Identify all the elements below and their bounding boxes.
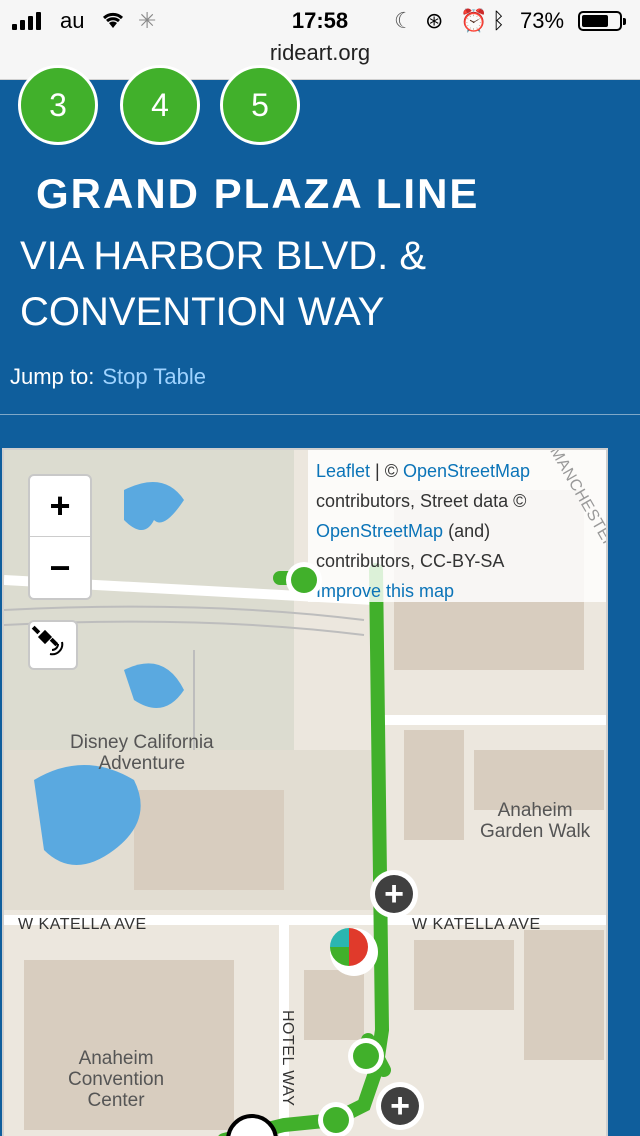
- line-subtitle-line1: VIA HARBOR BLVD. &: [20, 234, 427, 278]
- stop-marker[interactable]: [348, 1038, 384, 1074]
- garden-walk-label: Anaheim Garden Walk: [480, 800, 590, 842]
- jump-to-nav: Jump to: Stop Table: [10, 364, 206, 390]
- route-map[interactable]: + − Leaflet | © OpenStreetMap contributo…: [2, 448, 608, 1136]
- zoom-control: + −: [28, 474, 92, 600]
- improve-map-link[interactable]: Improve this map: [316, 581, 454, 601]
- osm-link[interactable]: OpenStreetMap: [403, 461, 530, 481]
- stop-marker[interactable]: [318, 1102, 354, 1136]
- stop-dot-icon: [353, 1043, 379, 1069]
- battery-icon: [578, 11, 626, 31]
- plus-icon: +: [375, 875, 413, 913]
- stop-marker[interactable]: [286, 562, 322, 598]
- dca-label-line2: Adventure: [98, 753, 186, 774]
- orientation-lock-icon: ⊛: [425, 8, 444, 33]
- multi-route-stop-icon: [330, 928, 368, 966]
- hotel-way-label: HOTEL WAY: [279, 1010, 296, 1107]
- stop-dot-icon: [323, 1107, 349, 1133]
- katella-ave-label: W KATELLA AVE: [18, 916, 147, 933]
- url-bar[interactable]: rideart.org: [0, 40, 640, 66]
- zoom-out-button[interactable]: −: [30, 537, 90, 598]
- alarm-icon: ⏰: [460, 8, 488, 33]
- line-title: GRAND PLAZA LINE: [36, 170, 480, 217]
- convention-center-label: Anaheim Convention Center: [68, 1048, 164, 1111]
- route-badge[interactable]: 4: [120, 65, 200, 145]
- route-badge[interactable]: 3: [18, 65, 98, 145]
- jump-to-label: Jump to:: [10, 364, 95, 389]
- katella-ave-label: W KATELLA AVE: [412, 916, 541, 933]
- convention-label-line1: Anaheim: [78, 1048, 154, 1069]
- browser-status-bar: au ✳ 17:58 ☾ ⊛ ⏰ ᛒ 73% rideart.org: [0, 0, 640, 80]
- attribution-and: (and): [443, 521, 491, 541]
- transfer-stop-marker[interactable]: [330, 928, 378, 976]
- dca-label: Disney California Adventure: [70, 732, 214, 774]
- bluetooth-icon: ᛒ: [492, 8, 506, 33]
- convention-label-line2: Convention: [68, 1069, 165, 1090]
- convention-label-line3: Center: [87, 1090, 145, 1111]
- stop-dot-icon: [291, 567, 317, 593]
- line-subtitle-line2: CONVENTION WAY: [20, 290, 385, 334]
- do-not-disturb-icon: ☾: [394, 8, 414, 33]
- hospital-marker[interactable]: +: [370, 870, 418, 918]
- garden-label-line2: Garden Walk: [480, 821, 591, 842]
- divider: [0, 414, 640, 415]
- route-badge[interactable]: 5: [220, 65, 300, 145]
- zoom-in-button[interactable]: +: [30, 476, 90, 537]
- osm-link-2[interactable]: OpenStreetMap: [316, 521, 443, 541]
- garden-label-line1: Anaheim: [497, 800, 573, 821]
- dca-label-line1: Disney California: [70, 732, 214, 753]
- satellite-locate-icon: [31, 625, 64, 656]
- line-subtitle: VIA HARBOR BLVD. & CONVENTION WAY: [20, 228, 426, 340]
- leaflet-link[interactable]: Leaflet: [316, 461, 370, 481]
- attribution-line4: contributors, CC-BY-SA: [316, 551, 505, 571]
- battery-percent: 73%: [520, 8, 565, 33]
- plus-icon: +: [381, 1087, 419, 1125]
- attribution-line2: contributors, Street data ©: [316, 491, 527, 511]
- hospital-marker[interactable]: +: [376, 1082, 424, 1130]
- stop-table-link[interactable]: Stop Table: [102, 364, 206, 389]
- attribution-separator: | ©: [370, 461, 403, 481]
- locate-me-button[interactable]: [28, 620, 78, 670]
